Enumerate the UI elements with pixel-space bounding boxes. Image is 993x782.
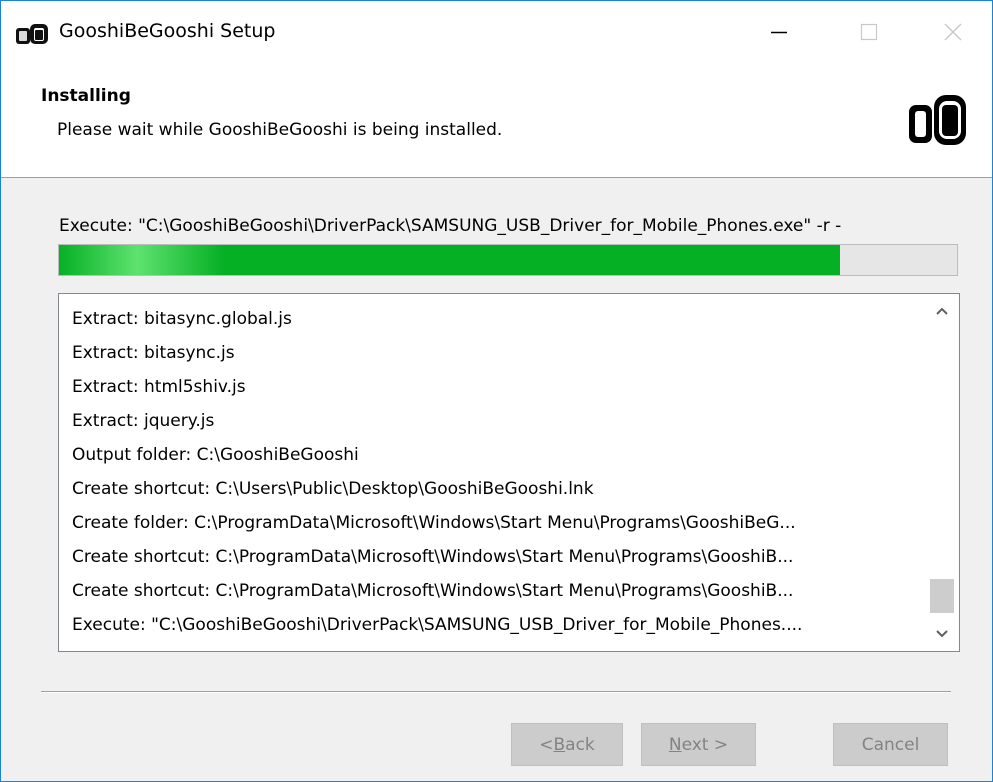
chevron-down-icon [936, 630, 948, 638]
installer-logo-icon [909, 95, 966, 145]
log-item: Extract: bitasync.js [72, 343, 235, 363]
log-item: Output folder: C:\GooshiBeGooshi [72, 445, 359, 465]
log-item: Create folder: C:\ProgramData\Microsoft\… [72, 513, 796, 533]
next-label-accel: N [668, 734, 682, 755]
chevron-up-icon [936, 307, 948, 315]
back-label-rest: ack [565, 734, 595, 755]
window-title: GooshiBeGooshi Setup [59, 20, 276, 42]
footer-divider [41, 691, 951, 693]
next-label-rest: ext > [681, 734, 729, 755]
progress-bar-fill [59, 245, 841, 275]
scroll-up-button[interactable] [925, 294, 959, 328]
maximize-icon [860, 23, 878, 41]
install-details-log[interactable]: Extract: bitasync.global.js Extract: bita… [58, 293, 960, 652]
install-progress-bar [58, 244, 958, 276]
log-item: Extract: bitasync.global.js [72, 309, 292, 329]
minimize-button[interactable] [734, 1, 824, 63]
maximize-button[interactable] [824, 1, 914, 63]
log-item: Execute: "C:\GooshiBeGooshi\DriverPack\S… [72, 615, 803, 635]
scroll-thumb[interactable] [930, 579, 954, 613]
log-list: Extract: bitasync.global.js Extract: bita… [72, 302, 912, 642]
page-header: Installing Please wait while GooshiBeGoo… [1, 63, 992, 178]
cancel-button[interactable]: Cancel [833, 723, 948, 766]
minimize-icon [771, 31, 787, 34]
cancel-label: Cancel [861, 734, 920, 755]
log-item: Extract: jquery.js [72, 411, 215, 431]
current-action-text: Execute: "C:\GooshiBeGooshi\DriverPack\S… [59, 216, 842, 236]
title-bar[interactable]: GooshiBeGooshi Setup [1, 1, 992, 63]
log-item: Create shortcut: C:\ProgramData\Microsof… [72, 547, 794, 567]
log-item: Create shortcut: C:\ProgramData\Microsof… [72, 581, 794, 601]
log-scrollbar[interactable] [925, 294, 959, 651]
close-icon [944, 23, 962, 41]
scroll-down-button[interactable] [925, 617, 959, 651]
log-item: Create shortcut: C:\Users\Public\Desktop… [72, 479, 594, 499]
back-button[interactable]: < Back [511, 723, 623, 766]
log-item: Extract: html5shiv.js [72, 377, 246, 397]
page-title: Installing [41, 86, 131, 106]
close-button[interactable] [914, 1, 992, 63]
next-button[interactable]: Next > [641, 723, 756, 766]
back-label-prefix: < [539, 734, 554, 755]
setup-app-icon [16, 24, 48, 44]
back-label-accel: B [553, 734, 566, 755]
page-subtitle: Please wait while GooshiBeGooshi is bein… [57, 120, 503, 140]
setup-window: GooshiBeGooshi Setup Installing Please w… [0, 0, 993, 782]
